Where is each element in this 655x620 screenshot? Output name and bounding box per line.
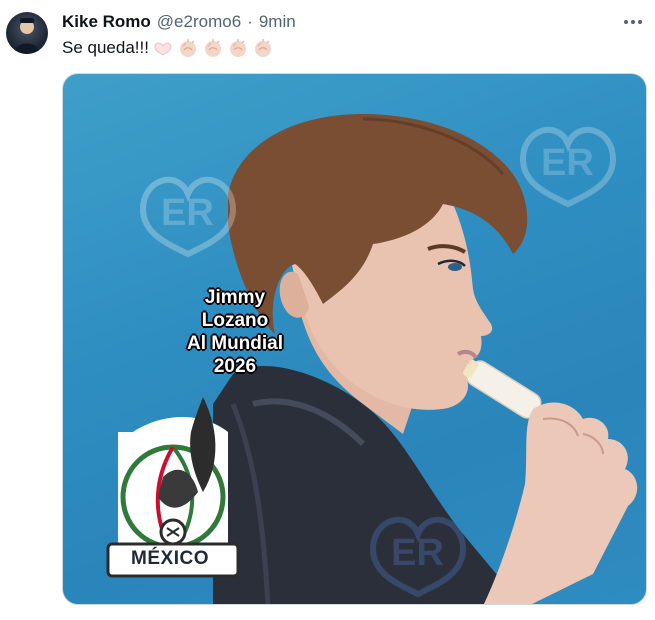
crest-label: MÉXICO (131, 548, 209, 569)
clap-icon (202, 37, 224, 59)
author-handle[interactable]: @e2romo6 (157, 12, 241, 32)
clap-icon (177, 37, 199, 59)
author-name[interactable]: Kike Romo (62, 12, 151, 32)
svg-text:ER: ER (391, 532, 444, 574)
caption-line: Al Mundial (186, 333, 284, 354)
avatar-image (14, 18, 40, 54)
caption-line: Lozano (201, 310, 269, 331)
meme-caption: Jimmy Lozano Al Mundial 2026 (165, 286, 305, 378)
watermark-logo-icon: ER (519, 126, 617, 208)
svg-text:ER: ER (541, 142, 594, 184)
tweet: Kike Romo @e2romo6 · 9min Se queda!!! ER… (0, 0, 655, 620)
tweet-time[interactable]: 9min (259, 12, 296, 32)
watermark-logo-icon: ER (369, 516, 467, 598)
tweet-text: Se queda!!! (62, 37, 274, 59)
svg-text:ER: ER (161, 192, 214, 234)
more-options-icon[interactable] (621, 10, 645, 34)
caption-line: Jimmy (204, 287, 266, 308)
white-heart-hands-icon (152, 37, 174, 59)
watermark-logo-icon: ER (139, 176, 237, 258)
clap-icon (227, 37, 249, 59)
author-avatar[interactable] (6, 12, 48, 54)
clap-icon (252, 37, 274, 59)
separator-dot: · (247, 12, 253, 31)
tweet-header: Kike Romo @e2romo6 · 9min (62, 11, 615, 33)
tweet-media[interactable]: ER ER ER Jimmy Lozano Al Mundial 2026 MÉ… (62, 73, 647, 605)
tweet-text-content: Se queda!!! (62, 38, 149, 57)
caption-line: 2026 (213, 356, 257, 377)
